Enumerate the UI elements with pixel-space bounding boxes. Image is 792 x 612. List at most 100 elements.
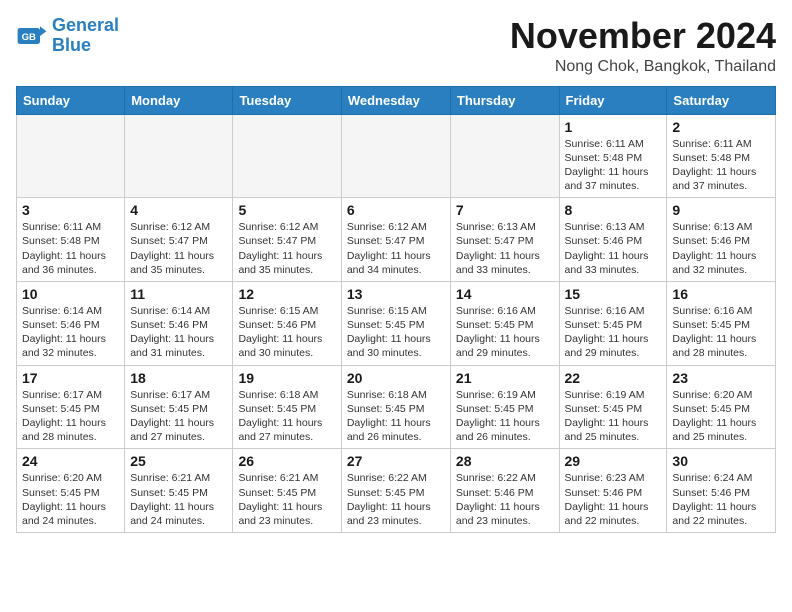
calendar-cell: 6 Sunrise: 6:12 AMSunset: 5:47 PMDaylight… bbox=[341, 198, 450, 282]
day-number: 16 bbox=[672, 286, 770, 302]
cell-info: Sunrise: 6:17 AMSunset: 5:45 PMDaylight:… bbox=[130, 388, 227, 445]
cell-info: Sunrise: 6:13 AMSunset: 5:46 PMDaylight:… bbox=[672, 220, 770, 277]
calendar-cell: 17 Sunrise: 6:17 AMSunset: 5:45 PMDayligh… bbox=[17, 365, 125, 449]
cell-info: Sunrise: 6:22 AMSunset: 5:45 PMDaylight:… bbox=[347, 471, 445, 528]
day-number: 10 bbox=[22, 286, 119, 302]
cell-info: Sunrise: 6:19 AMSunset: 5:45 PMDaylight:… bbox=[456, 388, 554, 445]
day-number: 19 bbox=[238, 370, 335, 386]
weekday-header-monday: Monday bbox=[125, 86, 233, 114]
calendar-cell: 10 Sunrise: 6:14 AMSunset: 5:46 PMDayligh… bbox=[17, 281, 125, 365]
calendar-cell: 27Sunrise: 6:22 AMSunset: 5:45 PMDayligh… bbox=[341, 449, 450, 533]
cell-info: Sunrise: 6:12 AMSunset: 5:47 PMDaylight:… bbox=[130, 220, 227, 277]
cell-info: Sunrise: 6:14 AMSunset: 5:46 PMDaylight:… bbox=[130, 304, 227, 361]
day-number: 3 bbox=[22, 202, 119, 218]
calendar-cell: 9 Sunrise: 6:13 AMSunset: 5:46 PMDaylight… bbox=[667, 198, 776, 282]
cell-info: Sunrise: 6:14 AMSunset: 5:46 PMDaylight:… bbox=[22, 304, 119, 361]
calendar-cell: 29 Sunrise: 6:23 AMSunset: 5:46 PMDayligh… bbox=[559, 449, 667, 533]
calendar-cell: 1 Sunrise: 6:11 AMSunset: 5:48 PMDaylight… bbox=[559, 114, 667, 198]
cell-info: Sunrise: 6:11 AMSunset: 5:48 PMDaylight:… bbox=[672, 137, 770, 194]
calendar-cell: 16Sunrise: 6:16 AMSunset: 5:45 PMDayligh… bbox=[667, 281, 776, 365]
calendar-cell: 22 Sunrise: 6:19 AMSunset: 5:45 PMDayligh… bbox=[559, 365, 667, 449]
svg-text:GB: GB bbox=[22, 32, 36, 43]
calendar-header-row: SundayMondayTuesdayWednesdayThursdayFrid… bbox=[17, 86, 776, 114]
day-number: 23 bbox=[672, 370, 770, 386]
weekday-header-tuesday: Tuesday bbox=[233, 86, 341, 114]
cell-info: Sunrise: 6:23 AMSunset: 5:46 PMDaylight:… bbox=[565, 471, 662, 528]
day-number: 20 bbox=[347, 370, 445, 386]
calendar-cell: 26 Sunrise: 6:21 AMSunset: 5:45 PMDayligh… bbox=[233, 449, 341, 533]
week-row-5: 24Sunrise: 6:20 AMSunset: 5:45 PMDayligh… bbox=[17, 449, 776, 533]
calendar-cell: 11 Sunrise: 6:14 AMSunset: 5:46 PMDayligh… bbox=[125, 281, 233, 365]
weekday-header-saturday: Saturday bbox=[667, 86, 776, 114]
cell-info: Sunrise: 6:24 AMSunset: 5:46 PMDaylight:… bbox=[672, 471, 770, 528]
calendar-cell: 5Sunrise: 6:12 AMSunset: 5:47 PMDaylight… bbox=[233, 198, 341, 282]
calendar-cell: 3 Sunrise: 6:11 AMSunset: 5:48 PMDaylight… bbox=[17, 198, 125, 282]
day-number: 6 bbox=[347, 202, 445, 218]
cell-info: Sunrise: 6:19 AMSunset: 5:45 PMDaylight:… bbox=[565, 388, 662, 445]
week-row-1: 1 Sunrise: 6:11 AMSunset: 5:48 PMDaylight… bbox=[17, 114, 776, 198]
cell-info: Sunrise: 6:18 AMSunset: 5:45 PMDaylight:… bbox=[238, 388, 335, 445]
cell-info: Sunrise: 6:12 AMSunset: 5:47 PMDaylight:… bbox=[238, 220, 335, 277]
week-row-4: 17 Sunrise: 6:17 AMSunset: 5:45 PMDayligh… bbox=[17, 365, 776, 449]
calendar-cell: 12Sunrise: 6:15 AMSunset: 5:46 PMDayligh… bbox=[233, 281, 341, 365]
day-number: 30 bbox=[672, 453, 770, 469]
day-number: 9 bbox=[672, 202, 770, 218]
day-number: 7 bbox=[456, 202, 554, 218]
cell-info: Sunrise: 6:17 AMSunset: 5:45 PMDaylight:… bbox=[22, 388, 119, 445]
day-number: 15 bbox=[565, 286, 662, 302]
weekday-header-wednesday: Wednesday bbox=[341, 86, 450, 114]
cell-info: Sunrise: 6:21 AMSunset: 5:45 PMDaylight:… bbox=[238, 471, 335, 528]
page-header: GB General Blue November 2024 Nong Chok,… bbox=[16, 16, 776, 76]
logo-general: General bbox=[52, 15, 119, 35]
calendar-cell: 18Sunrise: 6:17 AMSunset: 5:45 PMDayligh… bbox=[125, 365, 233, 449]
calendar-cell: 7 Sunrise: 6:13 AMSunset: 5:47 PMDaylight… bbox=[450, 198, 559, 282]
cell-info: Sunrise: 6:13 AMSunset: 5:46 PMDaylight:… bbox=[565, 220, 662, 277]
day-number: 26 bbox=[238, 453, 335, 469]
weekday-header-sunday: Sunday bbox=[17, 86, 125, 114]
calendar-cell: 24Sunrise: 6:20 AMSunset: 5:45 PMDayligh… bbox=[17, 449, 125, 533]
title-block: November 2024 Nong Chok, Bangkok, Thaila… bbox=[510, 16, 776, 76]
cell-info: Sunrise: 6:22 AMSunset: 5:46 PMDaylight:… bbox=[456, 471, 554, 528]
calendar-cell: 8 Sunrise: 6:13 AMSunset: 5:46 PMDaylight… bbox=[559, 198, 667, 282]
cell-info: Sunrise: 6:13 AMSunset: 5:47 PMDaylight:… bbox=[456, 220, 554, 277]
day-number: 13 bbox=[347, 286, 445, 302]
day-number: 11 bbox=[130, 286, 227, 302]
day-number: 22 bbox=[565, 370, 662, 386]
calendar-cell: 2 Sunrise: 6:11 AMSunset: 5:48 PMDaylight… bbox=[667, 114, 776, 198]
cell-info: Sunrise: 6:15 AMSunset: 5:45 PMDaylight:… bbox=[347, 304, 445, 361]
calendar-cell: 19 Sunrise: 6:18 AMSunset: 5:45 PMDayligh… bbox=[233, 365, 341, 449]
calendar-cell bbox=[341, 114, 450, 198]
logo-icon: GB bbox=[16, 20, 48, 52]
cell-info: Sunrise: 6:11 AMSunset: 5:48 PMDaylight:… bbox=[565, 137, 662, 194]
calendar-cell: 4 Sunrise: 6:12 AMSunset: 5:47 PMDaylight… bbox=[125, 198, 233, 282]
cell-info: Sunrise: 6:18 AMSunset: 5:45 PMDaylight:… bbox=[347, 388, 445, 445]
day-number: 2 bbox=[672, 119, 770, 135]
calendar-cell bbox=[233, 114, 341, 198]
logo-blue: Blue bbox=[52, 35, 91, 55]
calendar-cell: 13 Sunrise: 6:15 AMSunset: 5:45 PMDayligh… bbox=[341, 281, 450, 365]
cell-info: Sunrise: 6:20 AMSunset: 5:45 PMDaylight:… bbox=[22, 471, 119, 528]
calendar-cell: 20 Sunrise: 6:18 AMSunset: 5:45 PMDayligh… bbox=[341, 365, 450, 449]
calendar-cell bbox=[450, 114, 559, 198]
calendar-cell bbox=[125, 114, 233, 198]
calendar-cell: 21 Sunrise: 6:19 AMSunset: 5:45 PMDayligh… bbox=[450, 365, 559, 449]
weekday-header-friday: Friday bbox=[559, 86, 667, 114]
calendar-cell: 30 Sunrise: 6:24 AMSunset: 5:46 PMDayligh… bbox=[667, 449, 776, 533]
day-number: 17 bbox=[22, 370, 119, 386]
day-number: 8 bbox=[565, 202, 662, 218]
cell-info: Sunrise: 6:21 AMSunset: 5:45 PMDaylight:… bbox=[130, 471, 227, 528]
cell-info: Sunrise: 6:11 AMSunset: 5:48 PMDaylight:… bbox=[22, 220, 119, 277]
day-number: 14 bbox=[456, 286, 554, 302]
calendar-cell: 28Sunrise: 6:22 AMSunset: 5:46 PMDayligh… bbox=[450, 449, 559, 533]
day-number: 1 bbox=[565, 119, 662, 135]
cell-info: Sunrise: 6:15 AMSunset: 5:46 PMDaylight:… bbox=[238, 304, 335, 361]
day-number: 4 bbox=[130, 202, 227, 218]
calendar-cell bbox=[17, 114, 125, 198]
logo: GB General Blue bbox=[16, 16, 119, 56]
day-number: 29 bbox=[565, 453, 662, 469]
cell-info: Sunrise: 6:12 AMSunset: 5:47 PMDaylight:… bbox=[347, 220, 445, 277]
day-number: 25 bbox=[130, 453, 227, 469]
cell-info: Sunrise: 6:16 AMSunset: 5:45 PMDaylight:… bbox=[565, 304, 662, 361]
day-number: 21 bbox=[456, 370, 554, 386]
calendar-table: SundayMondayTuesdayWednesdayThursdayFrid… bbox=[16, 86, 776, 533]
